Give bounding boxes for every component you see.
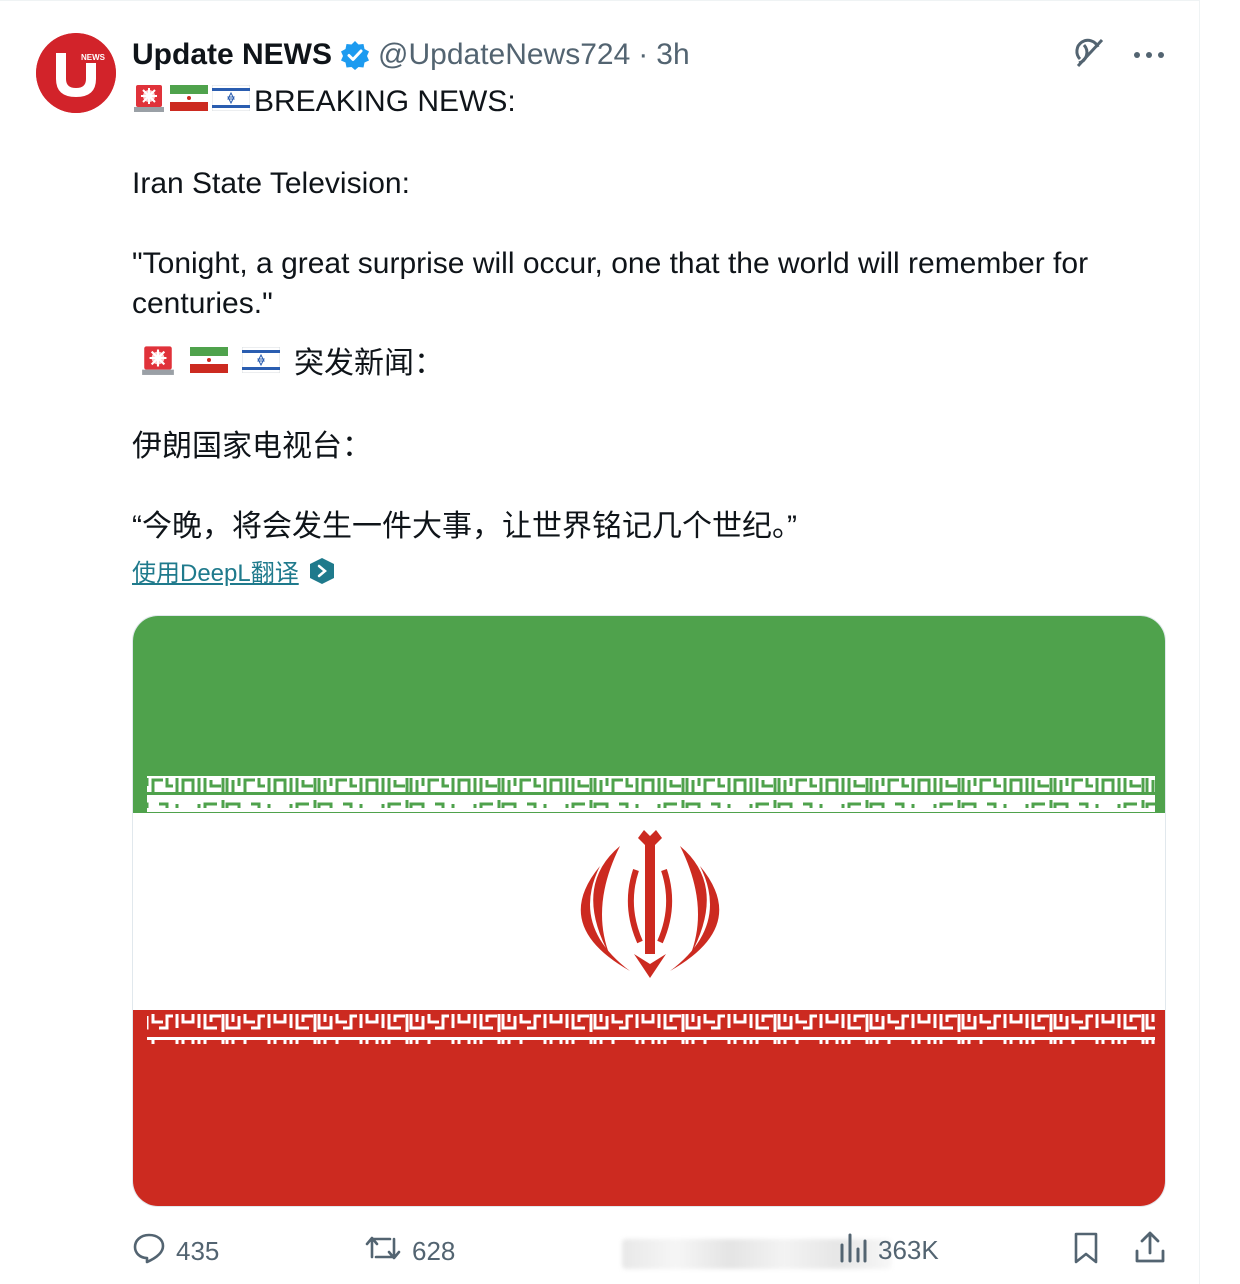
repost-icon bbox=[364, 1231, 402, 1272]
rotating-light-icon bbox=[140, 340, 176, 387]
more-options-icon[interactable] bbox=[1133, 47, 1165, 65]
reply-icon bbox=[132, 1231, 166, 1272]
avatar[interactable]: NEWS bbox=[36, 33, 116, 113]
iran-flag-icon bbox=[170, 82, 208, 122]
post-text: BREAKING NEWS: Iran State Television: "T… bbox=[132, 79, 1152, 547]
iran-flag-icon bbox=[190, 344, 228, 384]
post-card: NEWS Update NEWS @UpdateNews724 · 3h BRE… bbox=[0, 0, 1200, 1284]
views-chart-icon bbox=[838, 1231, 868, 1270]
israel-flag-icon bbox=[211, 82, 251, 122]
israel-flag-icon bbox=[241, 344, 281, 384]
handle[interactable]: @UpdateNews724 bbox=[378, 38, 630, 72]
share-icon bbox=[1134, 1231, 1166, 1272]
post-media-image[interactable] bbox=[132, 615, 1166, 1207]
update-news-logo-icon: NEWS bbox=[36, 33, 116, 113]
translate-link-label[interactable]: 使用DeepL翻译 bbox=[132, 553, 299, 588]
translate-link[interactable]: 使用DeepL翻译 bbox=[132, 553, 335, 588]
separator-dot: · bbox=[638, 38, 649, 71]
share-button[interactable] bbox=[1134, 1231, 1166, 1272]
post-header: Update NEWS @UpdateNews724 · 3h bbox=[132, 35, 690, 75]
svg-text:NEWS: NEWS bbox=[81, 53, 106, 62]
reply-count: 435 bbox=[176, 1236, 220, 1266]
bookmark-button[interactable] bbox=[1072, 1231, 1100, 1272]
deepl-icon[interactable] bbox=[309, 557, 335, 585]
headline-row: BREAKING NEWS: bbox=[132, 79, 1152, 124]
display-name[interactable]: Update NEWS bbox=[132, 38, 332, 72]
zh-quote-text: “今晚，将会发生一件大事，让世界铭记几个世纪。” bbox=[132, 510, 797, 543]
action-bar: 435 628 363K bbox=[132, 1231, 1168, 1277]
header-actions bbox=[1071, 35, 1165, 76]
quote-text: "Tonight, a great surprise will occur, o… bbox=[132, 247, 1089, 320]
repost-button[interactable]: 628 bbox=[364, 1231, 455, 1272]
repost-count: 628 bbox=[412, 1236, 456, 1266]
verified-badge-icon[interactable] bbox=[340, 40, 370, 70]
source-line: Iran State Television: bbox=[132, 167, 410, 200]
zh-headline-row: 突发新闻： bbox=[132, 340, 1152, 387]
timestamp[interactable]: 3h bbox=[656, 38, 689, 72]
views-button[interactable]: 363K bbox=[838, 1231, 939, 1270]
bookmark-icon bbox=[1072, 1231, 1100, 1272]
zh-source-line: 伊朗国家电视台： bbox=[132, 430, 372, 463]
iran-flag-image-icon bbox=[133, 616, 1165, 1206]
headline-text: BREAKING NEWS: bbox=[254, 84, 516, 118]
zh-headline-text: 突发新闻： bbox=[294, 346, 444, 380]
rotating-light-icon bbox=[132, 79, 166, 124]
grok-icon[interactable] bbox=[1071, 35, 1107, 76]
reply-button[interactable]: 435 bbox=[132, 1231, 219, 1272]
views-count: 363K bbox=[878, 1235, 939, 1265]
